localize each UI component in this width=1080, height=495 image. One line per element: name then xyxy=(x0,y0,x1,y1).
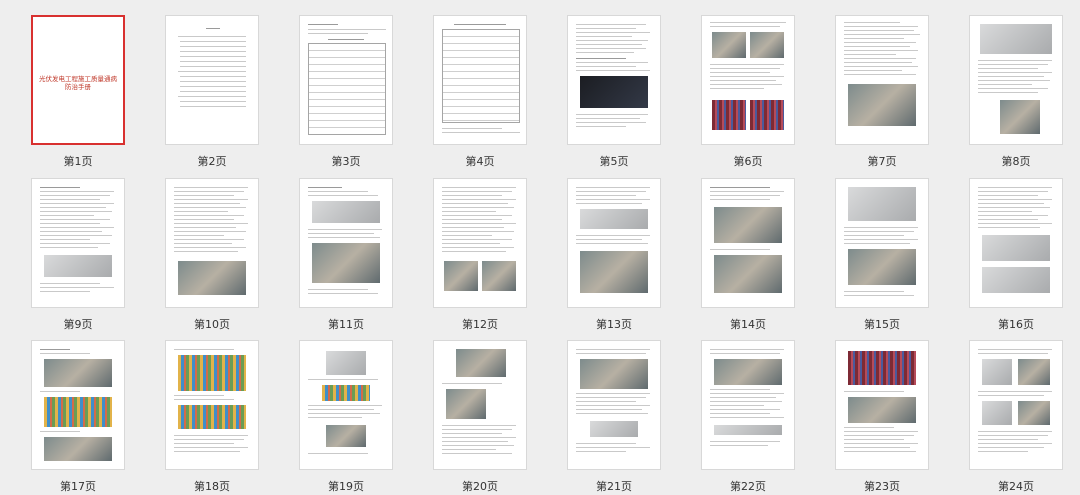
page-thumbnail-2[interactable]: 第2页 xyxy=(134,0,268,168)
page-thumbnail-13[interactable]: 第13页 xyxy=(536,163,670,331)
cover-title: 光伏发电工程施工质量通病防治手册 xyxy=(39,75,117,91)
page-preview[interactable] xyxy=(299,340,393,470)
page-thumbnail-15[interactable]: 第15页 xyxy=(804,163,938,331)
page-thumbnail-1[interactable]: 光伏发电工程施工质量通病防治手册 第1页 xyxy=(0,0,134,168)
page-thumbnail-20[interactable]: 第20页 xyxy=(402,325,536,493)
page-thumbnail-23[interactable]: 第23页 xyxy=(804,325,938,493)
page-thumbnail-6[interactable]: 第6页 xyxy=(670,0,804,168)
page-preview[interactable] xyxy=(299,15,393,145)
page-label: 第21页 xyxy=(596,480,632,493)
page-thumbnail-16[interactable]: 第16页 xyxy=(938,163,1072,331)
page-thumbnail-8[interactable]: 第8页 xyxy=(938,0,1072,168)
page-preview[interactable]: 光伏发电工程施工质量通病防治手册 xyxy=(31,15,125,145)
page-thumbnail-24[interactable]: 第24页 xyxy=(938,325,1072,493)
page-preview[interactable] xyxy=(567,178,661,308)
page-preview[interactable] xyxy=(969,178,1063,308)
page-preview[interactable] xyxy=(701,15,795,145)
page-thumbnail-18[interactable]: 第18页 xyxy=(134,325,268,493)
page-thumbnail-12[interactable]: 第12页 xyxy=(402,163,536,331)
page-label: 第18页 xyxy=(194,480,230,493)
page-label: 第19页 xyxy=(328,480,364,493)
page-preview[interactable] xyxy=(969,15,1063,145)
page-preview[interactable] xyxy=(433,178,527,308)
page-thumbnail-7[interactable]: 第7页 xyxy=(804,0,938,168)
page-preview[interactable] xyxy=(433,15,527,145)
page-preview[interactable] xyxy=(567,15,661,145)
page-label: 第23页 xyxy=(864,480,900,493)
page-preview[interactable] xyxy=(433,340,527,470)
page-preview[interactable] xyxy=(299,178,393,308)
page-preview[interactable] xyxy=(835,178,929,308)
page-thumbnail-grid: 光伏发电工程施工质量通病防治手册 第1页 第2页 第3页 第4页 第5页 第6页… xyxy=(0,0,1080,495)
page-preview[interactable] xyxy=(31,340,125,470)
page-thumbnail-14[interactable]: 第14页 xyxy=(670,163,804,331)
page-thumbnail-4[interactable]: 第4页 xyxy=(402,0,536,168)
page-preview[interactable] xyxy=(701,340,795,470)
page-thumbnail-10[interactable]: 第10页 xyxy=(134,163,268,331)
page-label: 第20页 xyxy=(462,480,498,493)
page-label: 第17页 xyxy=(60,480,96,493)
page-preview[interactable] xyxy=(165,178,259,308)
page-preview[interactable] xyxy=(165,340,259,470)
page-label: 第22页 xyxy=(730,480,766,493)
page-thumbnail-21[interactable]: 第21页 xyxy=(536,325,670,493)
page-thumbnail-9[interactable]: 第9页 xyxy=(0,163,134,331)
page-thumbnail-19[interactable]: 第19页 xyxy=(268,325,402,493)
page-thumbnail-11[interactable]: 第11页 xyxy=(268,163,402,331)
page-thumbnail-17[interactable]: 第17页 xyxy=(0,325,134,493)
page-thumbnail-3[interactable]: 第3页 xyxy=(268,0,402,168)
page-preview[interactable] xyxy=(165,15,259,145)
page-preview[interactable] xyxy=(31,178,125,308)
page-preview[interactable] xyxy=(567,340,661,470)
page-preview[interactable] xyxy=(969,340,1063,470)
page-preview[interactable] xyxy=(701,178,795,308)
page-thumbnail-5[interactable]: 第5页 xyxy=(536,0,670,168)
page-thumbnail-22[interactable]: 第22页 xyxy=(670,325,804,493)
page-preview[interactable] xyxy=(835,340,929,470)
page-label: 第24页 xyxy=(998,480,1034,493)
page-preview[interactable] xyxy=(835,15,929,145)
